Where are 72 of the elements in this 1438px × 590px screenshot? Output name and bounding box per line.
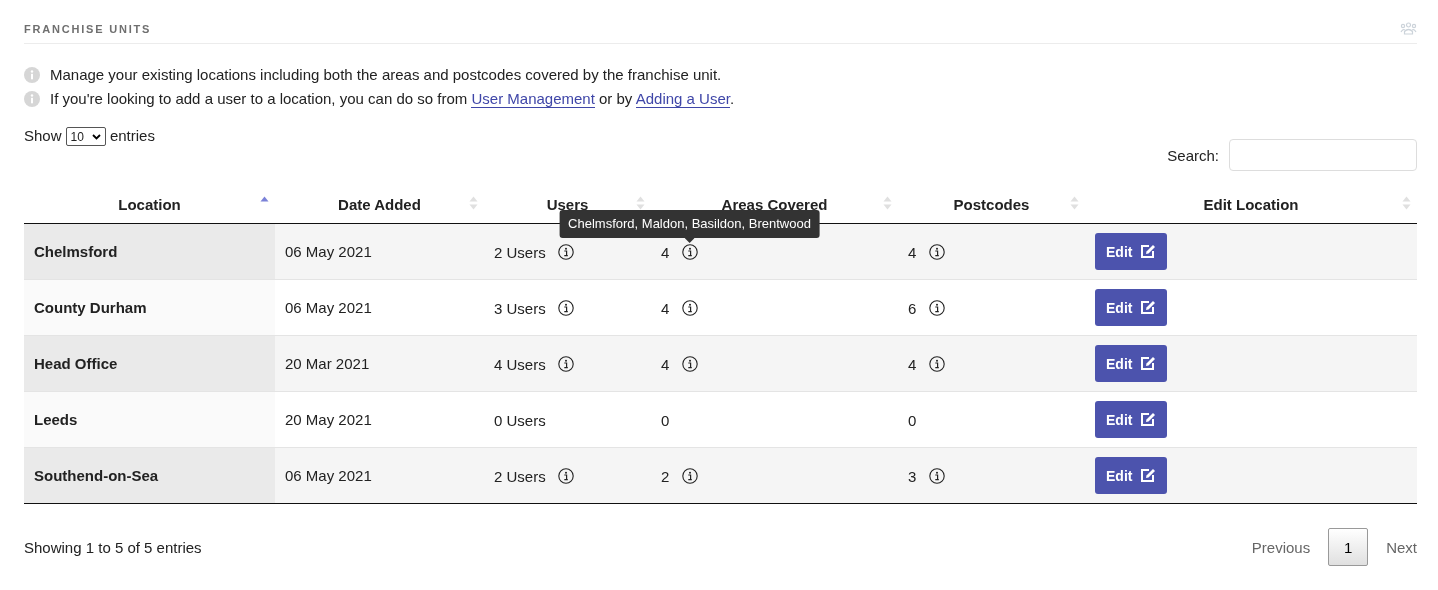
info-icon[interactable] [557,300,574,317]
note-text: If you're looking to add a user to a location, you can do so from User Management or by Adding a User. [50,90,735,107]
edit-button[interactable]: Edit [1095,457,1168,494]
info-icon [24,90,40,107]
note-text: Manage your existing locations including both the areas and postcodes covered by the franchise unit. [50,66,722,83]
edit-button[interactable]: Edit [1095,289,1168,326]
info-icon[interactable] [928,300,945,317]
show-label: Show [24,127,62,144]
table-cell: 6 [908,299,917,317]
previous-link[interactable]: Previous [1251,538,1311,556]
info-icon[interactable] [557,356,574,373]
edit-icon [1140,356,1157,371]
column-header[interactable]: Location [24,185,275,224]
info-icon [24,66,40,83]
table-cell: 4 [661,243,670,261]
table-cell: 0 [661,411,670,429]
column-header[interactable]: Edit Location [1085,185,1417,224]
info-icon[interactable] [681,244,698,261]
table-cell: Leeds [24,391,275,448]
table-cell: 06 May 2021 [275,447,484,504]
table-cell: Head Office [24,335,275,392]
caret-icon [91,133,101,140]
edit-icon [1140,412,1157,427]
table-cell: Southend-on-Sea [24,447,275,504]
sort-icon[interactable] [636,195,645,211]
edit-icon [1140,468,1157,483]
info-icon[interactable] [928,356,945,373]
info-icon[interactable] [557,468,574,485]
table-cell: 06 May 2021 [275,279,484,336]
table-cell: 2 Users [494,467,546,485]
table-cell: 06 May 2021 [275,223,484,280]
table-cell: Chelmsford [24,223,275,280]
table-cell: 0 Users [494,411,546,429]
table-cell: 20 Mar 2021 [275,335,484,392]
info-icon[interactable] [557,244,574,261]
section-title: FRANCHISE UNITS [24,23,152,35]
table-cell: 4 [908,355,917,373]
edit-button[interactable]: Edit [1095,233,1168,270]
table-cell: 20 May 2021 [275,391,484,448]
table-cell: 3 [908,467,917,485]
next-link[interactable]: Next [1386,538,1417,556]
entries-info: Showing 1 to 5 of 5 entries [24,538,202,556]
table-cell: 2 [661,467,670,485]
table-cell: 3 Users [494,299,546,317]
table-cell: 2 Users [494,243,546,261]
user-management-link[interactable]: User Management [471,90,595,108]
table-cell: 4 [661,355,670,373]
search-field[interactable] [1229,139,1417,171]
info-icon[interactable] [681,300,698,317]
users-icon [1400,22,1417,36]
entries-label: entries [109,127,155,144]
info-icon[interactable] [928,244,945,261]
tooltip: Chelmsford, Maldon, Basildon, Brentwood [559,210,820,239]
info-icon[interactable] [928,468,945,485]
page-button[interactable]: 1 [1328,528,1369,566]
edit-icon [1140,244,1157,259]
table-cell: 0 [908,411,917,429]
column-header[interactable]: Date Added [275,185,484,224]
tooltip-pointer-icon [684,238,695,244]
entries-select[interactable]: 10 [65,127,106,146]
adding-user-link[interactable]: Adding a User [635,90,730,108]
table-cell: 4 [661,299,670,317]
info-icon[interactable] [681,356,698,373]
search-label: Search: [1167,146,1219,164]
table-cell: 4 Users [494,355,546,373]
edit-button[interactable]: Edit [1095,401,1168,438]
table-cell: 4 [908,243,917,261]
column-header[interactable]: Postcodes [898,185,1085,224]
table-cell: County Durham [24,279,275,336]
edit-icon [1140,300,1157,315]
info-icon[interactable] [681,468,698,485]
edit-button[interactable]: Edit [1095,345,1168,382]
